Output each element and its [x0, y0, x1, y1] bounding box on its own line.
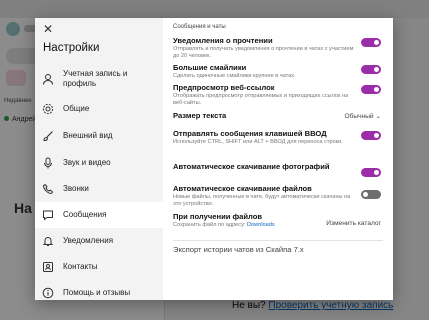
setting-title: Отправлять сообщения клавишей ВВОД — [173, 129, 327, 138]
change-folder-button[interactable]: Изменить каталог — [326, 220, 381, 227]
nav-item-label: Уведомления — [63, 236, 114, 245]
enter-send-toggle[interactable] — [361, 131, 381, 140]
nav-item-appearance[interactable]: Внешний вид — [35, 122, 163, 150]
setting-title: При получении файлов — [173, 212, 263, 221]
setting-description: Отправлять и получать уведомления о проч… — [173, 46, 354, 59]
setting-auto-files: Автоматическое скачивание файлов Новые ф… — [173, 184, 383, 212]
text-size-value: Обычный — [344, 113, 374, 120]
nav-item-help[interactable]: Помощь и отзывы — [35, 280, 163, 300]
setting-title: Предпросмотр веб-ссылок — [173, 83, 275, 92]
setting-description: Используйте CTRL, SHIFT или ALT + ВВОД д… — [173, 139, 343, 145]
nav-item-audio-video[interactable]: Звук и видео — [35, 150, 163, 176]
section-heading: Сообщения и чаты — [173, 24, 226, 30]
nav-item-general[interactable]: Общие — [35, 96, 163, 122]
divider — [173, 240, 383, 241]
nav-item-account[interactable]: Учетная запись и профиль — [35, 62, 163, 96]
auto-photos-toggle[interactable] — [361, 168, 381, 177]
nav-item-label: Внешний вид — [63, 131, 113, 140]
settings-title: Настройки — [43, 42, 100, 54]
setting-description: Сохранить файл по адресу: Downloads — [173, 222, 323, 229]
export-history-link[interactable]: Экспорт истории чатов из Скайпа 7.x — [173, 245, 357, 254]
nav-item-label: Помощь и отзывы — [63, 288, 131, 297]
settings-content: Сообщения и чаты Уведомления о прочтении… — [163, 18, 393, 300]
setting-title: Автоматическое скачивание файлов — [173, 184, 312, 193]
setting-title: Уведомления о прочтении — [173, 36, 273, 45]
close-button[interactable]: ✕ — [41, 22, 55, 36]
phone-icon — [41, 182, 55, 196]
setting-text-size: Размер текста Обычный ⌄ — [173, 111, 383, 129]
nav-item-label: Учетная запись и профиль — [63, 69, 128, 88]
setting-title: Большие смайлики — [173, 63, 247, 72]
nav-item-messaging[interactable]: Сообщения — [35, 202, 163, 228]
web-preview-toggle[interactable] — [361, 85, 381, 94]
setting-export[interactable]: Экспорт истории чатов из Скайпа 7.x — [173, 245, 383, 259]
paintbrush-icon — [41, 129, 55, 143]
setting-web-preview: Предпросмотр веб-ссылок Отображать предп… — [173, 83, 383, 111]
text-size-dropdown[interactable]: Обычный ⌄ — [344, 112, 381, 120]
nav-item-label: Сообщения — [63, 210, 107, 219]
read-receipts-toggle[interactable] — [361, 38, 381, 47]
settings-nav-list: Учетная запись и профиль Общие Внешний в… — [35, 62, 163, 300]
setting-description: Сделать одиночные смайлики крупнее в чат… — [173, 73, 296, 79]
nav-item-notifications[interactable]: Уведомления — [35, 228, 163, 254]
microphone-icon — [41, 156, 55, 170]
chevron-down-icon: ⌄ — [375, 113, 381, 120]
settings-nav: ✕ Настройки Учетная запись и профиль Общ… — [35, 18, 163, 300]
nav-item-label: Контакты — [63, 262, 98, 271]
setting-description: Отображать предпросмотр отправляемых и п… — [173, 93, 349, 106]
setting-read-receipts: Уведомления о прочтении Отправлять и пол… — [173, 36, 383, 63]
nav-item-label: Звук и видео — [63, 158, 111, 167]
downloads-folder-link[interactable]: Downloads — [247, 222, 275, 228]
nav-item-contacts[interactable]: Контакты — [35, 254, 163, 280]
auto-files-toggle[interactable] — [361, 190, 381, 199]
setting-large-emoticons: Большие смайлики Сделать одиночные смайл… — [173, 63, 383, 83]
contacts-icon — [41, 260, 55, 274]
settings-dialog: ✕ Настройки Учетная запись и профиль Общ… — [35, 18, 393, 300]
large-emoticons-toggle[interactable] — [361, 65, 381, 74]
nav-item-label: Общие — [63, 104, 90, 113]
info-icon — [41, 286, 55, 300]
nav-item-label: Звонки — [63, 184, 89, 193]
account-icon — [41, 72, 55, 86]
gear-icon — [41, 102, 55, 116]
setting-description: Новые файлы, полученные в чате, будут ав… — [173, 194, 351, 207]
setting-title: Автоматическое скачивание фотографий — [173, 162, 330, 171]
nav-item-calls[interactable]: Звонки — [35, 176, 163, 202]
chat-icon — [41, 208, 55, 222]
setting-on-receive: При получении файлов Сохранить файл по а… — [173, 212, 383, 236]
setting-title: Размер текста — [173, 111, 227, 120]
save-path-label: Сохранить файл по адресу: — [173, 222, 246, 228]
setting-enter-send: Отправлять сообщения клавишей ВВОД Испол… — [173, 129, 383, 158]
setting-auto-photos: Автоматическое скачивание фотографий — [173, 162, 383, 184]
bell-icon — [41, 234, 55, 248]
